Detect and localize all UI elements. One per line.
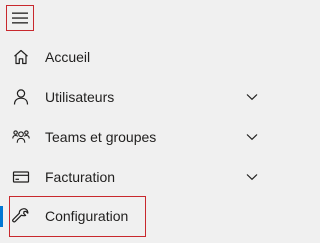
nav-item-configuration[interactable]: Configuration <box>0 196 272 236</box>
nav-item-facturation[interactable]: Facturation <box>0 157 272 197</box>
hamburger-icon <box>12 12 28 24</box>
nav-item-label: Teams et groupes <box>45 129 157 145</box>
wrench-icon <box>12 207 30 225</box>
people-group-icon <box>12 128 30 146</box>
chevron-down-icon <box>246 93 258 101</box>
nav-item-label: Utilisateurs <box>45 89 115 105</box>
nav-item-accueil[interactable]: Accueil <box>0 37 272 77</box>
nav-item-teams-et-groupes[interactable]: Teams et groupes <box>0 117 272 157</box>
chevron-down-icon <box>246 133 258 141</box>
credit-card-icon <box>12 168 30 186</box>
nav-item-utilisateurs[interactable]: Utilisateurs <box>0 77 272 117</box>
nav-item-label: Accueil <box>45 49 91 65</box>
nav-item-label: Configuration <box>45 208 129 224</box>
home-icon <box>12 48 30 66</box>
menu-toggle-button[interactable] <box>6 5 34 31</box>
chevron-down-icon <box>246 173 258 181</box>
person-icon <box>12 88 30 106</box>
left-navigation: Accueil Utilisateurs Teams et groupes Fa… <box>0 0 272 243</box>
nav-item-label: Facturation <box>45 169 116 185</box>
